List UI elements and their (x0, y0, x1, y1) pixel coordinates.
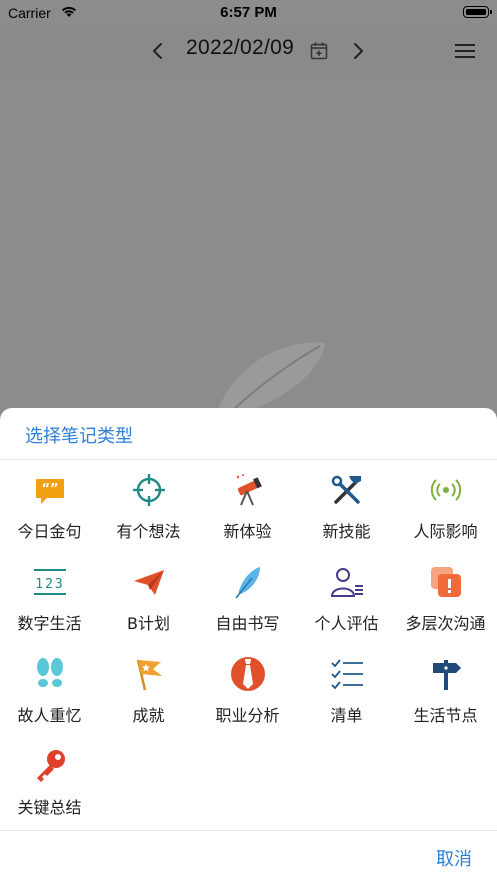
note-type-career-analysis[interactable]: 职业分析 (198, 644, 297, 736)
calendar-add-icon[interactable] (309, 41, 329, 61)
note-type-checklist[interactable]: 清单 (297, 644, 396, 736)
note-type-label: 今日金句 (17, 522, 82, 541)
note-type-label: 多层次沟通 (405, 614, 486, 633)
note-type-free-writing[interactable]: 自由书写 (198, 552, 297, 644)
chevron-right-icon[interactable] (348, 39, 368, 63)
content-area-dimmed (0, 78, 497, 418)
note-type-label: 新体验 (223, 522, 272, 541)
telescope-icon (236, 474, 262, 506)
divider (0, 830, 497, 831)
note-type-label: B计划 (127, 614, 170, 633)
hamburger-menu-icon[interactable] (454, 43, 476, 59)
note-type-idea[interactable]: 有个想法 (99, 460, 198, 552)
note-type-old-friends[interactable]: 故人重忆 (0, 644, 99, 736)
layers-alert-icon (431, 567, 461, 597)
note-type-key-summary[interactable]: 关键总结 (0, 736, 99, 828)
note-type-label: 新技能 (322, 522, 371, 541)
navbar: 2022/02/09 (0, 26, 497, 78)
feather-placeholder-icon (215, 342, 325, 418)
note-type-label: 职业分析 (215, 706, 280, 725)
note-type-experience[interactable]: 新体验 (198, 460, 297, 552)
note-type-label: 人际影响 (413, 522, 478, 541)
note-type-label: 生活节点 (413, 706, 478, 725)
chevron-left-icon[interactable] (148, 39, 168, 63)
cancel-button[interactable]: 取消 (436, 845, 472, 871)
paper-plane-icon (134, 570, 164, 595)
battery-icon (463, 6, 492, 18)
note-type-label: 故人重忆 (17, 706, 82, 725)
quote-bubble-icon: “” (36, 479, 64, 504)
note-type-plan-b[interactable]: B计划 (99, 552, 198, 644)
sheet-title: 选择笔记类型 (25, 426, 133, 447)
key-icon (37, 750, 65, 782)
note-type-quote[interactable]: “” 今日金句 (0, 460, 99, 552)
footprints-icon (37, 658, 63, 687)
svg-text:123: 123 (35, 577, 64, 592)
note-type-label: 成就 (132, 706, 165, 725)
person-list-icon (330, 568, 363, 597)
status-bar: Carrier 6:57 PM (0, 0, 497, 26)
status-time: 6:57 PM (220, 4, 277, 21)
flag-icon (136, 659, 162, 691)
checklist-icon (331, 659, 363, 690)
broadcast-icon (430, 479, 462, 501)
note-type-influence[interactable]: 人际影响 (396, 460, 495, 552)
current-date[interactable]: 2022/02/09 (186, 36, 294, 60)
note-type-label: 数字生活 (17, 614, 82, 633)
svg-text:“”: “” (41, 482, 58, 497)
note-type-skill[interactable]: 新技能 (297, 460, 396, 552)
note-type-achievement[interactable]: 成就 (99, 644, 198, 736)
note-type-label: 清单 (330, 706, 363, 725)
note-type-digital[interactable]: 123 数字生活 (0, 552, 99, 644)
note-type-label: 有个想法 (116, 522, 181, 541)
feather-icon (235, 567, 260, 599)
crosshair-icon (133, 474, 165, 506)
tools-icon (331, 475, 361, 504)
numbers-icon: 123 (34, 569, 66, 595)
note-type-label: 关键总结 (17, 798, 82, 817)
note-type-label: 自由书写 (215, 614, 280, 633)
note-type-self-assessment[interactable]: 个人评估 (297, 552, 396, 644)
note-type-label: 个人评估 (314, 614, 379, 633)
signpost-icon (433, 660, 461, 690)
note-type-life-milestone[interactable]: 生活节点 (396, 644, 495, 736)
note-type-sheet: 选择笔记类型 “” 今日金句 有个想法 新体验 新技能 人际影响 123 数字生… (0, 408, 497, 883)
note-type-multi-level-communication[interactable]: 多层次沟通 (396, 552, 495, 644)
tie-icon (231, 657, 265, 691)
